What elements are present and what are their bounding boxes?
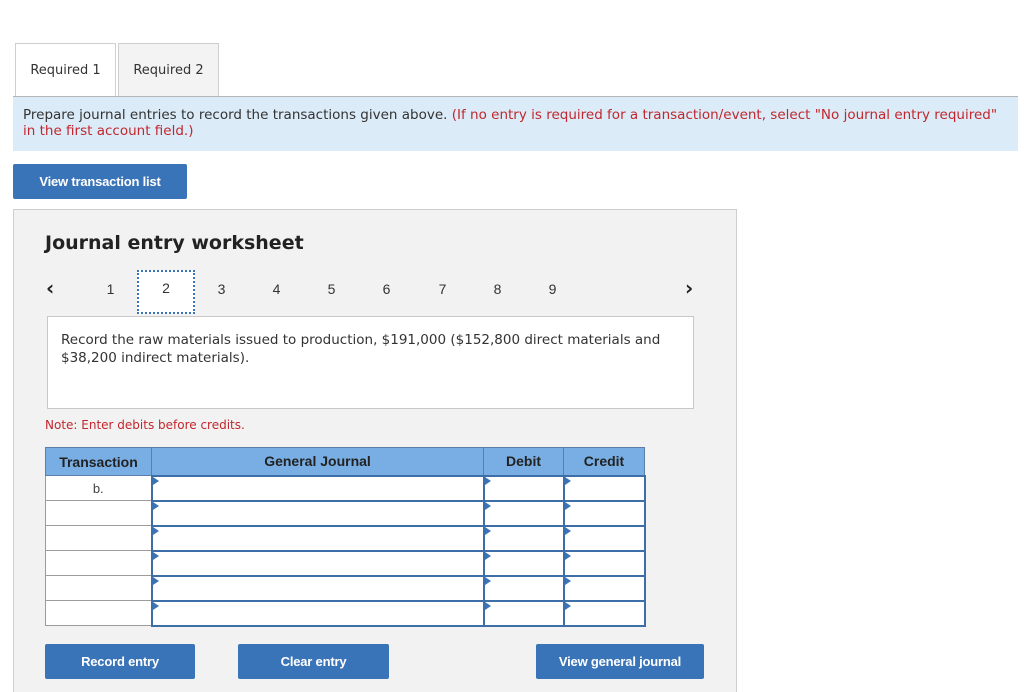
page-6[interactable]: 6 [358, 272, 415, 313]
header-general-journal: General Journal [151, 447, 484, 476]
view-transaction-list-button[interactable]: View transaction list [13, 164, 187, 199]
chevron-right-icon[interactable]: › [685, 276, 693, 300]
header-credit: Credit [563, 447, 645, 476]
page-3[interactable]: 3 [193, 272, 250, 313]
journal-entry-worksheet: Journal entry worksheet ‹ 1 2 3 4 5 6 7 … [13, 209, 737, 692]
worksheet-title: Journal entry worksheet [45, 232, 304, 254]
header-debit: Debit [483, 447, 564, 476]
credit-input[interactable] [562, 524, 646, 552]
page-1[interactable]: 1 [82, 272, 139, 313]
view-general-journal-button[interactable]: View general journal [536, 644, 704, 679]
table-row [45, 499, 646, 527]
account-input[interactable] [150, 499, 485, 527]
instructions-panel: Prepare journal entries to record the tr… [13, 96, 1018, 151]
debits-note: Note: Enter debits before credits. [45, 418, 245, 432]
credit-input[interactable] [562, 499, 646, 527]
credit-input[interactable] [562, 549, 646, 577]
transaction-cell [45, 600, 152, 626]
account-input[interactable] [150, 599, 485, 627]
table-row [45, 574, 646, 602]
debit-input[interactable] [482, 574, 565, 602]
credit-input[interactable] [562, 574, 646, 602]
account-input[interactable] [150, 574, 485, 602]
account-input[interactable] [150, 549, 485, 577]
page-9[interactable]: 9 [524, 272, 581, 313]
transaction-cell [45, 525, 152, 551]
transaction-cell [45, 575, 152, 601]
table-row [45, 599, 646, 627]
header-transaction: Transaction [45, 447, 152, 476]
table-row: b. [45, 474, 646, 502]
account-input[interactable] [150, 524, 485, 552]
chevron-left-icon[interactable]: ‹ [46, 276, 54, 300]
debit-input[interactable] [482, 549, 565, 577]
page-4[interactable]: 4 [248, 272, 305, 313]
table-row [45, 549, 646, 577]
tab-required-1[interactable]: Required 1 [15, 43, 116, 97]
debit-input[interactable] [482, 499, 565, 527]
table-header-row: Transaction General Journal Debit Credit [45, 447, 645, 476]
page-8[interactable]: 8 [469, 272, 526, 313]
instructions-text: Prepare journal entries to record the tr… [23, 107, 448, 123]
credit-input[interactable] [562, 599, 646, 627]
credit-input[interactable] [562, 474, 646, 502]
tab-bar: Required 1 Required 2 [15, 43, 221, 97]
transaction-cell: b. [45, 475, 152, 501]
transaction-cell [45, 500, 152, 526]
table-row [45, 524, 646, 552]
debit-input[interactable] [482, 524, 565, 552]
page-2[interactable]: 2 [137, 270, 195, 314]
worksheet-pager: ‹ 1 2 3 4 5 6 7 8 9 › [14, 270, 738, 314]
debit-input[interactable] [482, 599, 565, 627]
journal-table: Transaction General Journal Debit Credit… [45, 447, 646, 627]
record-entry-button[interactable]: Record entry [45, 644, 195, 679]
transaction-cell [45, 550, 152, 576]
page-7[interactable]: 7 [414, 272, 471, 313]
tab-required-2[interactable]: Required 2 [118, 43, 219, 96]
page-5[interactable]: 5 [303, 272, 360, 313]
transaction-description: Record the raw materials issued to produ… [47, 316, 694, 409]
account-input[interactable] [150, 474, 485, 502]
debit-input[interactable] [482, 474, 565, 502]
clear-entry-button[interactable]: Clear entry [238, 644, 389, 679]
